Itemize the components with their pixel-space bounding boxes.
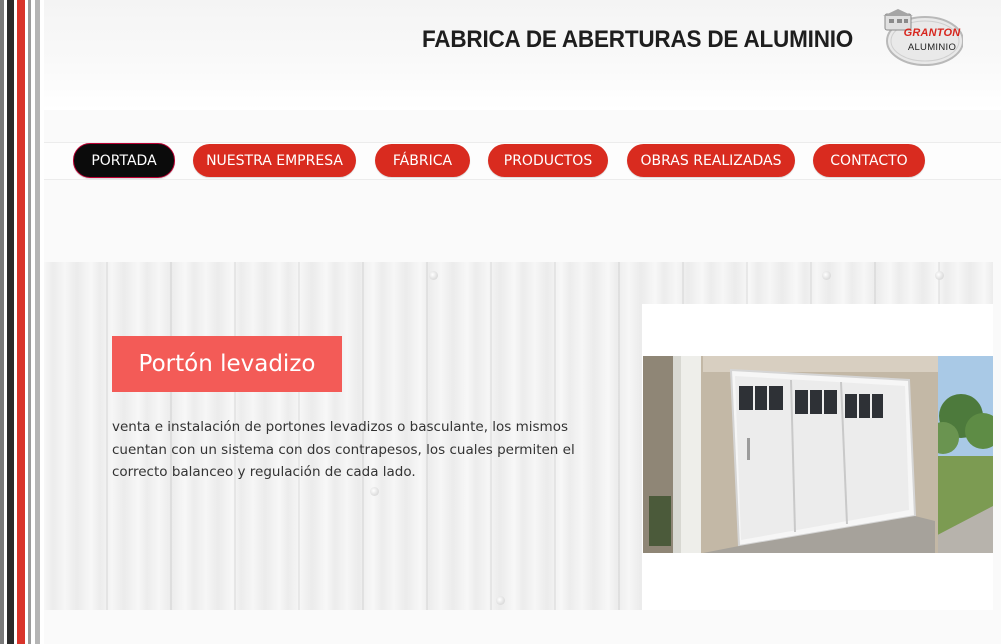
product-title: Portón levadizo bbox=[112, 336, 342, 392]
nav-productos[interactable]: PRODUCTOS bbox=[488, 144, 608, 177]
product-description: venta e instalación de portones levadizo… bbox=[112, 419, 575, 480]
nav-fabrica[interactable]: FÁBRICA bbox=[375, 144, 470, 177]
nail-decoration bbox=[429, 271, 438, 280]
nav-portada[interactable]: PORTADA bbox=[73, 143, 175, 178]
decorative-side-stripes bbox=[0, 0, 46, 644]
nav-obras-realizadas[interactable]: OBRAS REALIZADAS bbox=[627, 144, 795, 177]
nav-nuestra-empresa[interactable]: NUESTRA EMPRESA bbox=[193, 144, 356, 177]
site-header: FABRICA DE ABERTURAS DE ALUMINIO GRANTON… bbox=[44, 0, 1001, 110]
logo-subtitle-text: ALUMINIO bbox=[907, 42, 957, 53]
garage-door-image-icon bbox=[643, 356, 993, 553]
nav-contacto[interactable]: CONTACTO bbox=[813, 144, 925, 177]
logo-badge-icon bbox=[883, 9, 964, 66]
nail-decoration bbox=[822, 271, 831, 280]
site-title: FABRICA DE ABERTURAS DE ALUMINIO bbox=[422, 26, 854, 53]
company-logo[interactable]: GRANTON ALUMINIO bbox=[873, 8, 964, 70]
nail-decoration bbox=[935, 271, 944, 280]
logo-brand-text: GRANTON bbox=[903, 27, 961, 39]
nail-decoration bbox=[370, 487, 379, 496]
nail-decoration bbox=[496, 596, 505, 605]
garage-door-photo bbox=[643, 356, 993, 553]
